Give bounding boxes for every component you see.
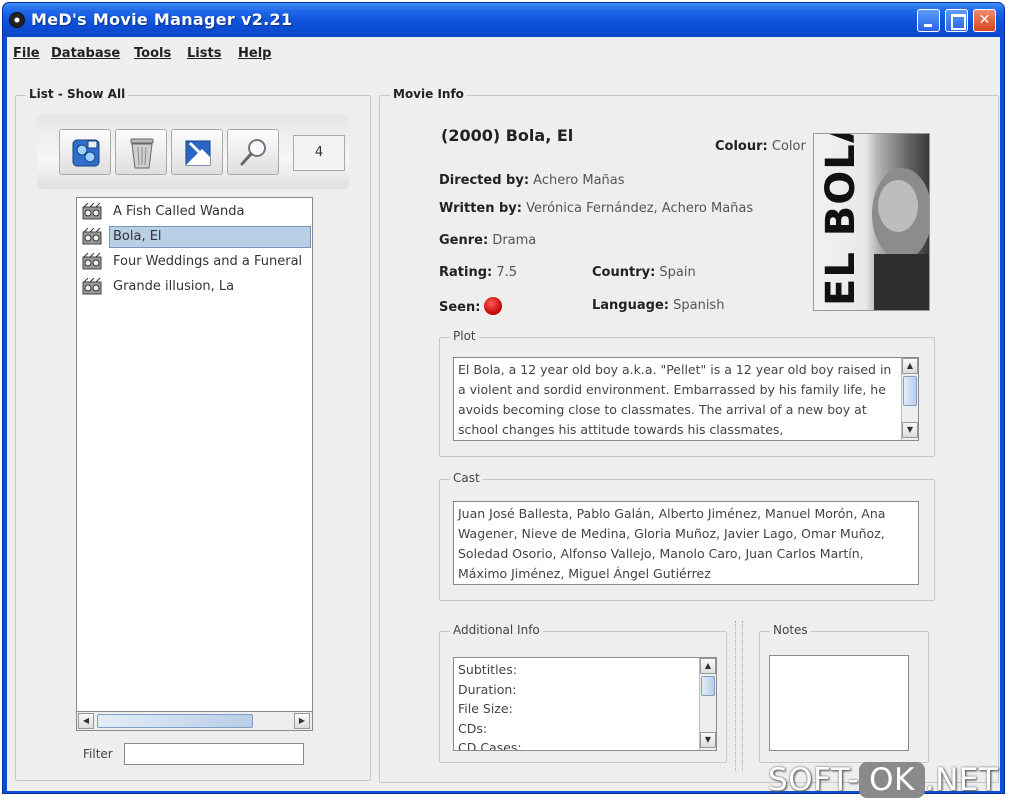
- plot-text: El Bola, a 12 year old boy a.k.a. "Pelle…: [458, 362, 892, 437]
- country-value: Spain: [659, 265, 696, 280]
- window-title: MeD's Movie Manager v2.21: [31, 10, 293, 29]
- additional-info-textarea[interactable]: Subtitles: Duration: File Size: CDs: CD Case…: [453, 657, 717, 751]
- movie-film-icon: [82, 253, 102, 270]
- plot-scroll-thumb[interactable]: [903, 376, 917, 406]
- director-field: Directed by: Achero Mañas: [439, 173, 625, 188]
- panel-splitter[interactable]: [735, 621, 743, 771]
- movie-film-icon: [82, 228, 102, 245]
- list-item[interactable]: Bola, El: [77, 225, 312, 249]
- additional-info-scrollbar[interactable]: ▲ ▼: [699, 658, 716, 750]
- colour-field: Colour: Color: [715, 139, 806, 154]
- movie-film-icon: [82, 203, 102, 220]
- additional-scroll-thumb[interactable]: [701, 676, 715, 696]
- film-reel-icon[interactable]: [9, 12, 25, 28]
- colour-value: Color: [771, 139, 806, 154]
- search-magnifier-icon: [240, 139, 266, 166]
- edit-image-icon: [185, 140, 211, 166]
- scroll-right-button[interactable]: ▶: [294, 713, 310, 729]
- movie-film-icon: [82, 278, 102, 295]
- horizontal-scroll-thumb[interactable]: [97, 714, 253, 728]
- additional-scroll-up-button[interactable]: ▲: [700, 658, 716, 674]
- notes-textarea[interactable]: [769, 655, 909, 751]
- watermark: SOFT- OK .NET: [768, 762, 999, 798]
- trash-icon: [130, 138, 154, 169]
- add-movie-button[interactable]: [59, 129, 111, 175]
- director-value: Achero Mañas: [533, 173, 625, 188]
- movie-title: (2000) Bola, El: [441, 126, 574, 145]
- movie-poster: EL BOLA: [813, 133, 930, 311]
- app-window: MeD's Movie Manager v2.21 ✕ File Databas…: [2, 2, 1005, 794]
- menu-lists[interactable]: Lists: [187, 46, 221, 61]
- writer-value: Verónica Fernández, Achero Mañas: [526, 201, 754, 216]
- menu-tools[interactable]: Tools: [134, 46, 171, 61]
- additional-scroll-down-button[interactable]: ▼: [700, 732, 716, 748]
- filter-input[interactable]: [124, 743, 304, 765]
- language-field: Language: Spanish: [592, 298, 725, 313]
- cast-text: Juan José Ballesta, Pablo Galán, Alberto…: [458, 506, 886, 581]
- scroll-left-button[interactable]: ◀: [78, 713, 94, 729]
- movie-count: 4: [293, 135, 345, 171]
- plot-scrollbar[interactable]: ▲ ▼: [901, 358, 918, 440]
- additional-info-line: Duration:: [458, 681, 517, 697]
- list-item-title: Four Weddings and a Funeral: [113, 254, 303, 269]
- additional-info-title: Additional Info: [450, 623, 543, 637]
- list-item[interactable]: Grande illusion, La: [77, 275, 312, 299]
- plot-scroll-up-button[interactable]: ▲: [902, 358, 918, 374]
- language-value: Spanish: [673, 298, 725, 313]
- search-movie-button[interactable]: [227, 129, 279, 175]
- filter-label: Filter: [83, 747, 113, 761]
- menu-file[interactable]: File: [13, 46, 40, 61]
- additional-info-line: Subtitles:: [458, 662, 517, 677]
- minimize-button[interactable]: [917, 9, 940, 32]
- seen-field: Seen:: [439, 297, 503, 315]
- writer-field: Written by: Verónica Fernández, Achero M…: [439, 201, 754, 216]
- list-item-title: Bola, El: [109, 226, 311, 248]
- genre-field: Genre: Drama: [439, 233, 537, 248]
- list-item-title: Grande illusion, La: [113, 279, 235, 294]
- notes-title: Notes: [770, 623, 811, 637]
- seen-indicator-icon[interactable]: [484, 297, 503, 315]
- client-area: File Database Tools Lists Help List - Sh…: [7, 37, 1000, 791]
- menu-help[interactable]: Help: [238, 46, 271, 61]
- list-item[interactable]: Four Weddings and a Funeral: [77, 250, 312, 274]
- title-bar[interactable]: MeD's Movie Manager v2.21 ✕: [3, 3, 1004, 37]
- cast-title: Cast: [450, 471, 483, 485]
- list-group-title: List - Show All: [26, 87, 129, 101]
- rating-field: Rating: 7.5: [439, 265, 518, 280]
- maximize-button[interactable]: [945, 9, 968, 32]
- country-field: Country: Spain: [592, 265, 696, 280]
- plot-title: Plot: [450, 329, 479, 343]
- poster-image: EL BOLA: [818, 134, 929, 310]
- poster-title: EL BOLA: [818, 134, 864, 306]
- menu-bar: File Database Tools Lists Help: [7, 37, 1000, 69]
- genre-value: Drama: [492, 233, 537, 248]
- list-item[interactable]: A Fish Called Wanda: [77, 200, 312, 224]
- plot-scroll-down-button[interactable]: ▼: [902, 422, 918, 438]
- edit-movie-button[interactable]: [171, 129, 223, 175]
- add-movie-icon: [72, 139, 100, 167]
- additional-info-line: CD Cases:: [458, 740, 522, 751]
- list-item-title: A Fish Called Wanda: [113, 204, 245, 219]
- movie-info-title: Movie Info: [390, 87, 467, 101]
- menu-database[interactable]: Database: [51, 46, 120, 61]
- plot-textarea[interactable]: El Bola, a 12 year old boy a.k.a. "Pelle…: [453, 357, 919, 441]
- delete-movie-button[interactable]: [115, 129, 167, 175]
- close-button[interactable]: ✕: [973, 9, 996, 32]
- additional-info-line: File Size:: [458, 701, 513, 716]
- additional-info-line: CDs:: [458, 720, 488, 736]
- list-horizontal-scrollbar[interactable]: ◀ ▶: [76, 711, 313, 731]
- cast-textarea[interactable]: Juan José Ballesta, Pablo Galán, Alberto…: [453, 501, 919, 585]
- rating-value: 7.5: [496, 265, 518, 280]
- movie-list[interactable]: A Fish Called Wanda Bola, El Four Weddings…: [76, 197, 313, 731]
